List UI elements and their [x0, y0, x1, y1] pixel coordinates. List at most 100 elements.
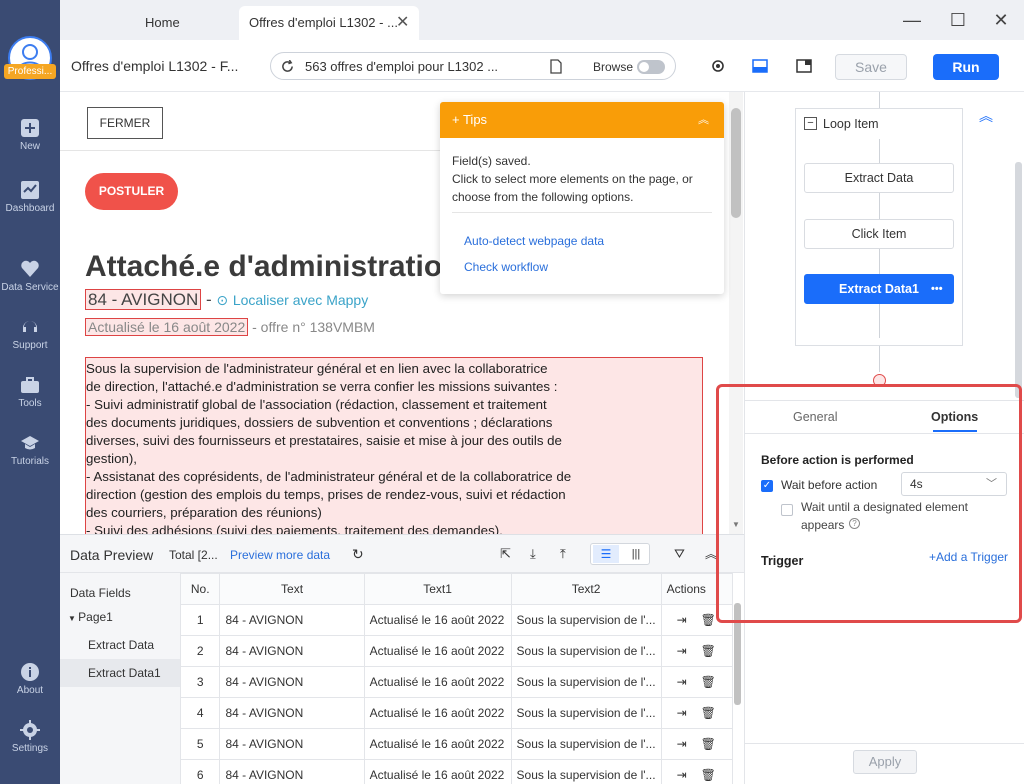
close-tab-icon[interactable]: ✕ [396, 6, 409, 40]
tab-active-label: Offres d'emploi L1302 - ... [249, 15, 398, 30]
open-icon[interactable]: ⇥ [677, 613, 687, 627]
url-bar[interactable]: 563 offres d'emploi pour L1302 ... Brows… [270, 52, 676, 80]
cell-text2[interactable]: Sous la supervision de l'... [510, 635, 662, 667]
info-icon [20, 662, 40, 682]
divider [60, 150, 500, 151]
postuler-button[interactable]: POSTULER [85, 173, 178, 210]
tree-extract-data[interactable]: Extract Data [60, 631, 180, 659]
mappy-link[interactable]: Localiser avec Mappy [233, 292, 368, 308]
cell-text[interactable]: 84 - AVIGNON [219, 635, 365, 667]
col-text1[interactable]: Text1 [363, 573, 512, 605]
apply-button[interactable]: Apply [853, 750, 917, 774]
panel-bottom-icon[interactable] [752, 59, 768, 73]
trash-icon[interactable]: 🗑 [701, 613, 716, 627]
check-workflow-link[interactable]: Check workflow [464, 260, 548, 274]
cell-text[interactable]: 84 - AVIGNON [219, 666, 365, 698]
step-click-item[interactable]: Click Item [804, 219, 954, 249]
tree-extract-data1[interactable]: Extract Data1 [60, 659, 180, 687]
tree-page1[interactable]: ▼ Page1 [60, 603, 180, 631]
maximize-icon[interactable]: ☐ [948, 10, 968, 30]
browse-toggle[interactable] [637, 60, 665, 74]
cell-text2[interactable]: Sous la supervision de l'... [510, 759, 662, 784]
cell-text2[interactable]: Sous la supervision de l'... [510, 697, 662, 729]
tab-active[interactable]: Offres d'emploi L1302 - ... ✕ [239, 6, 419, 40]
fermer-button[interactable]: FERMER [87, 107, 163, 139]
cell-text[interactable]: 84 - AVIGNON [219, 697, 365, 729]
cell-text2[interactable]: Sous la supervision de l'... [510, 728, 662, 760]
nav-data-service-label: Data Service [1, 282, 59, 293]
settings-gear-icon[interactable] [710, 58, 726, 74]
collapse-workflow-icon[interactable]: ︽ [979, 106, 993, 126]
preview-more-link[interactable]: Preview more data [230, 548, 330, 562]
plan-badge: Professi... [4, 64, 56, 79]
open-icon[interactable]: ⇥ [677, 737, 687, 751]
collapse-loop-icon[interactable]: − [804, 117, 817, 130]
refresh-icon[interactable] [281, 60, 294, 73]
cell-text1[interactable]: Actualisé le 16 août 2022 [363, 635, 512, 667]
cell-text1[interactable]: Actualisé le 16 août 2022 [363, 697, 512, 729]
tab-home[interactable]: Home [135, 6, 235, 40]
panel-right-icon[interactable] [796, 59, 812, 73]
refresh-icon[interactable]: ↻ [352, 546, 364, 563]
trash-icon[interactable]: 🗑 [701, 768, 716, 782]
trash-icon[interactable]: 🗑 [701, 644, 716, 658]
job-updated[interactable]: Actualisé le 16 août 2022 [85, 318, 249, 336]
nav-settings[interactable]: Settings [0, 720, 60, 768]
tips-header[interactable]: + Tips ︽ [440, 102, 724, 138]
download-icon[interactable]: ⤓ [530, 546, 536, 562]
nav-tutorials[interactable]: Tutorials [0, 433, 60, 481]
nav-dashboard[interactable]: Dashboard [0, 180, 60, 228]
nav-about[interactable]: About [0, 662, 60, 710]
trash-icon[interactable]: 🗑 [701, 675, 716, 689]
job-location[interactable]: 84 - AVIGNON [85, 289, 202, 310]
col-text[interactable]: Text [219, 573, 365, 605]
cell-text1[interactable]: Actualisé le 16 août 2022 [363, 604, 512, 636]
view-toggle[interactable]: ☰ ||| [590, 543, 650, 565]
open-icon[interactable]: ⇥ [677, 675, 687, 689]
export-icon[interactable]: ⇱ [500, 546, 511, 562]
auto-detect-link[interactable]: Auto-detect webpage data [464, 234, 604, 248]
close-window-icon[interactable]: ✕ [991, 10, 1011, 30]
more-icon[interactable]: ••• [931, 275, 943, 303]
cell-text1[interactable]: Actualisé le 16 août 2022 [363, 666, 512, 698]
connector [879, 92, 880, 108]
nav-data-service[interactable]: Data Service [0, 259, 60, 307]
nav-support[interactable]: Support [0, 317, 60, 365]
document-icon[interactable] [549, 59, 563, 74]
panel-scrollbar[interactable] [1015, 162, 1022, 398]
cell-text[interactable]: 84 - AVIGNON [219, 604, 365, 636]
minimize-icon[interactable]: — [902, 10, 922, 30]
connector [879, 193, 880, 219]
column-view-icon[interactable]: ||| [623, 545, 649, 563]
trash-icon[interactable]: 🗑 [701, 737, 716, 751]
loop-item-box[interactable]: − Loop Item Extract Data Click Item Extr… [795, 108, 963, 346]
row-number: 4 [180, 697, 221, 729]
cell-text1[interactable]: Actualisé le 16 août 2022 [363, 728, 512, 760]
cell-text1[interactable]: Actualisé le 16 août 2022 [363, 759, 512, 784]
step-extract-data[interactable]: Extract Data [804, 163, 954, 193]
trash-icon[interactable]: 🗑 [701, 706, 716, 720]
scroll-thumb[interactable] [731, 108, 741, 218]
cell-text2[interactable]: Sous la supervision de l'... [510, 666, 662, 698]
desc-line: des documents juridiques, dossiers de su… [86, 415, 553, 430]
job-updated-line: Actualisé le 16 août 2022 - offre n° 138… [85, 318, 375, 336]
open-icon[interactable]: ⇥ [677, 706, 687, 720]
job-title[interactable]: Attaché.e d'administration [85, 250, 461, 284]
nav-tools[interactable]: Tools [0, 375, 60, 423]
cell-text[interactable]: 84 - AVIGNON [219, 759, 365, 784]
row-actions: ⇥ 🗑 [660, 635, 733, 667]
col-text2[interactable]: Text2 [510, 573, 662, 605]
open-icon[interactable]: ⇥ [677, 644, 687, 658]
cell-text[interactable]: 84 - AVIGNON [219, 728, 365, 760]
nav-new[interactable]: New [0, 118, 60, 166]
job-description[interactable]: Sous la supervision de l'administrateur … [85, 357, 703, 534]
upload-icon[interactable]: ⤒ [560, 546, 566, 562]
open-icon[interactable]: ⇥ [677, 768, 687, 782]
save-button[interactable]: Save [835, 54, 907, 80]
filter-icon[interactable]: ⛛ [674, 546, 685, 562]
step-extract-data1[interactable]: Extract Data1 ••• [804, 274, 954, 304]
collapse-icon[interactable]: ︽ [698, 102, 709, 138]
run-button[interactable]: Run [933, 54, 999, 80]
list-view-icon[interactable]: ☰ [593, 545, 619, 563]
cell-text2[interactable]: Sous la supervision de l'... [510, 604, 662, 636]
